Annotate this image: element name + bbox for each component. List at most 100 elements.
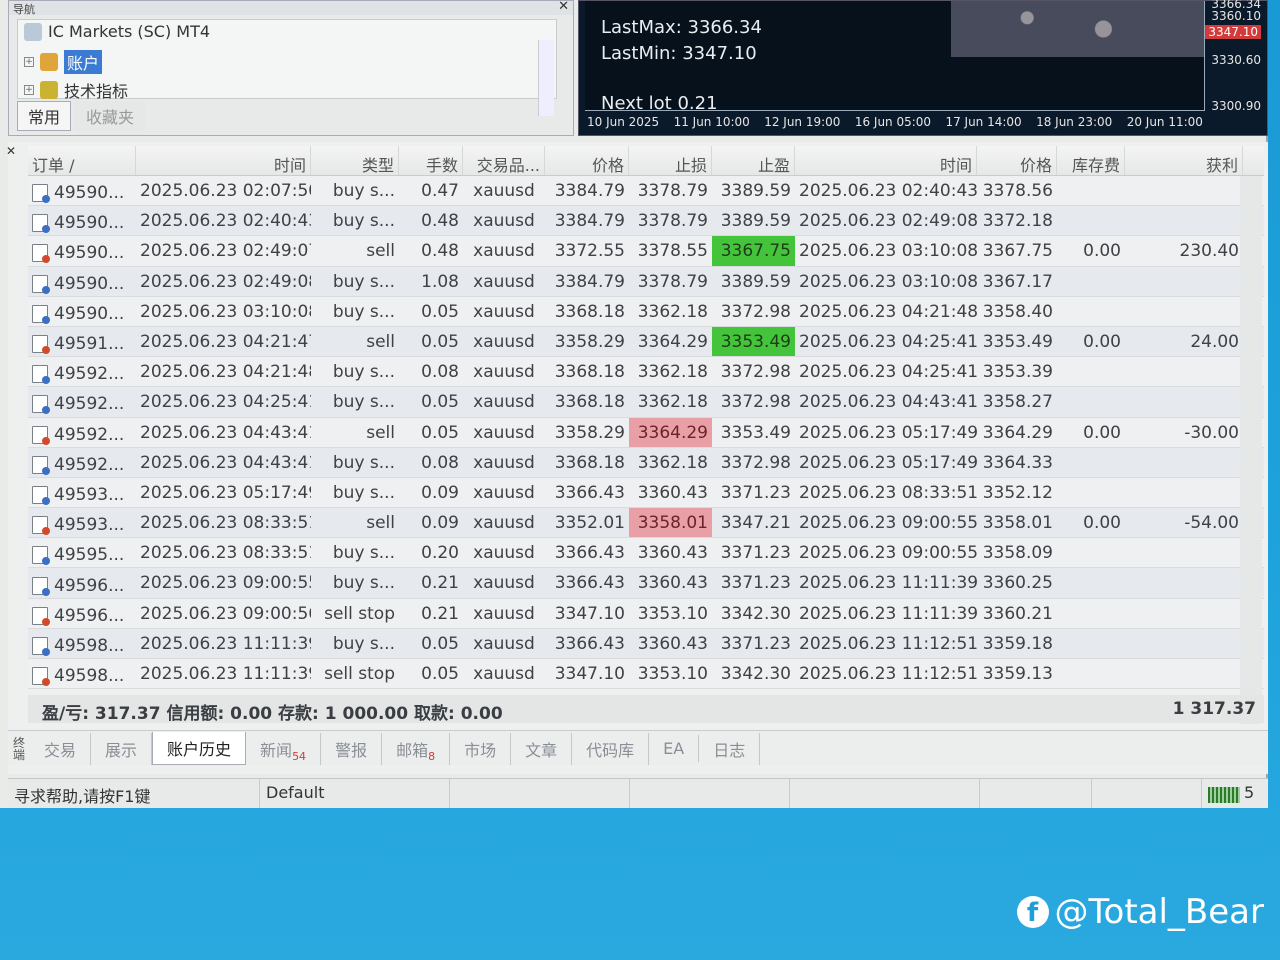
cell-lots: 0.05 xyxy=(421,392,459,413)
table-row[interactable]: 49593... 2025.06.23 05:17:49 buy s... 0.09 x… xyxy=(28,477,1264,509)
col-price[interactable]: 价格 xyxy=(545,146,629,175)
cell-close-price: 3359.18 xyxy=(982,633,1053,654)
accounts-icon xyxy=(40,53,58,71)
order-number: 49596... xyxy=(54,605,125,626)
table-row[interactable]: 49590... 2025.06.23 02:49:08 buy s... 1.08 x… xyxy=(28,266,1264,297)
order-icon xyxy=(32,516,50,536)
table-row[interactable]: 49596... 2025.06.23 09:00:56 sell stop 0.21… xyxy=(28,598,1264,629)
cell-open-time: 2025.06.23 04:21:47 xyxy=(140,331,311,352)
expand-icon[interactable]: + xyxy=(24,57,34,67)
tab-9[interactable]: EA xyxy=(649,735,700,762)
tab-label: 展示 xyxy=(105,740,138,760)
cell-type: buy s... xyxy=(332,181,395,201)
cell-tp: 3347.21 xyxy=(720,513,791,534)
cell-sl: 3360.43 xyxy=(637,482,708,503)
cell-tp: 3353.49 xyxy=(720,422,791,443)
col-close-time[interactable]: 时间 xyxy=(795,146,977,175)
cell-lots: 0.09 xyxy=(421,513,459,534)
col-lots[interactable]: 手数 xyxy=(399,146,463,175)
cell-sl: 3353.10 xyxy=(637,664,708,684)
expand-icon[interactable]: + xyxy=(24,85,34,95)
cell-swap xyxy=(1057,206,1125,235)
chart-plot[interactable]: LastMax: 3366.34 LastMin: 3347.10 Next l… xyxy=(585,1,1205,111)
tree-item-accounts[interactable]: + 账户 xyxy=(24,50,103,74)
navigator-panel: 导航 ✕ IC Markets (SC) MT4 + 账户 + 技术指标 常用 … xyxy=(8,0,574,136)
cell-profit xyxy=(1125,448,1243,477)
tab-common[interactable]: 常用 xyxy=(17,101,72,131)
cell-symbol: xauusd xyxy=(473,543,535,564)
cell-profit xyxy=(1125,387,1243,416)
close-icon[interactable]: ✕ xyxy=(558,0,569,14)
cell-symbol: xauusd xyxy=(473,181,535,201)
chart-window[interactable]: LastMax: 3366.34 LastMin: 3347.10 Next l… xyxy=(578,0,1268,136)
table-row[interactable]: 49590... 2025.06.23 02:49:07 sell 0.48 xauus… xyxy=(28,236,1264,267)
tab-5[interactable]: 邮箱8 xyxy=(382,732,451,765)
cell-price: 3384.79 xyxy=(554,211,625,232)
tab-1[interactable]: 展示 xyxy=(91,732,153,765)
tab-label: 文章 xyxy=(525,740,558,760)
cell-price: 3384.79 xyxy=(554,181,625,201)
cell-close-price: 3358.27 xyxy=(982,392,1053,413)
table-row[interactable]: 49592... 2025.06.23 04:43:41 sell 0.05 xauus… xyxy=(28,417,1264,448)
cell-sl: 3364.29 xyxy=(629,417,712,447)
cell-close-time: 2025.06.23 03:10:08 xyxy=(799,271,977,292)
col-order[interactable]: 订单 / xyxy=(28,146,136,175)
table-scrollbar[interactable] xyxy=(1240,176,1262,724)
tree-item-broker[interactable]: IC Markets (SC) MT4 xyxy=(24,22,210,41)
tab-favorites[interactable]: 收藏夹 xyxy=(75,101,146,131)
cell-price: 3368.18 xyxy=(554,362,625,383)
table-row[interactable]: 49598... 2025.06.23 11:11:39 sell stop 0.05… xyxy=(28,659,1264,690)
close-icon[interactable]: ✕ xyxy=(6,144,16,158)
col-symbol[interactable]: 交易品... xyxy=(463,146,545,175)
cell-type: buy s... xyxy=(332,633,395,654)
table-row[interactable]: 49595... 2025.06.23 08:33:51 buy s... 0.20 x… xyxy=(28,538,1264,569)
cell-close-price: 3367.75 xyxy=(982,241,1053,262)
price-tick: 3330.60 xyxy=(1211,53,1261,67)
navigator-scrollbar[interactable] xyxy=(538,40,554,116)
cell-lots: 0.21 xyxy=(421,573,459,594)
tab-10[interactable]: 日志 xyxy=(699,732,761,765)
table-row[interactable]: 49596... 2025.06.23 09:00:55 buy s... 0.21 x… xyxy=(28,568,1264,599)
connection-status[interactable]: 5 xyxy=(1202,779,1260,808)
col-profit[interactable]: 获利 xyxy=(1125,146,1243,175)
cell-lots: 0.47 xyxy=(421,181,459,201)
table-row[interactable]: 49592... 2025.06.23 04:25:41 buy s... 0.05 x… xyxy=(28,387,1264,418)
col-close-price[interactable]: 价格 xyxy=(977,146,1057,175)
tab-4[interactable]: 警报 xyxy=(321,732,383,765)
tab-2[interactable]: 账户历史 xyxy=(152,732,247,765)
server-icon xyxy=(24,22,42,41)
cell-order: 49596... xyxy=(28,568,136,597)
help-text: 寻求帮助,请按F1键 xyxy=(8,779,260,808)
cell-symbol: xauusd xyxy=(473,482,535,503)
table-row[interactable]: 49598... 2025.06.23 11:11:39 buy s... 0.05 x… xyxy=(28,628,1264,659)
col-type[interactable]: 类型 xyxy=(311,146,399,175)
table-row[interactable]: 49590... 2025.06.23 02:40:43 buy s... 0.48 x… xyxy=(28,206,1264,237)
tab-0[interactable]: 交易 xyxy=(30,732,92,765)
tree-item-indicators[interactable]: + 技术指标 xyxy=(24,78,128,102)
tab-3[interactable]: 新闻54 xyxy=(246,732,322,765)
tab-7[interactable]: 文章 xyxy=(511,732,573,765)
cell-swap: 0.00 xyxy=(1083,241,1121,262)
col-open-time[interactable]: 时间 xyxy=(136,146,311,175)
col-swap[interactable]: 库存费 xyxy=(1057,146,1125,175)
tab-label: 交易 xyxy=(44,740,77,760)
facebook-icon: f xyxy=(1016,896,1049,928)
cell-sl: 3360.43 xyxy=(637,633,708,654)
table-row[interactable]: 49590... 2025.06.23 03:10:08 buy s... 0.05 x… xyxy=(28,296,1264,327)
tab-8[interactable]: 代码库 xyxy=(572,732,650,765)
cell-swap xyxy=(1057,176,1125,205)
table-row[interactable]: 49590... 2025.06.23 02:07:50 buy s... 0.47 x… xyxy=(28,176,1264,207)
tab-6[interactable]: 市场 xyxy=(450,732,512,765)
table-row[interactable]: 49591... 2025.06.23 04:21:47 sell 0.05 xauus… xyxy=(28,326,1264,358)
table-row[interactable]: 49592... 2025.06.23 04:21:48 buy s... 0.08 x… xyxy=(28,357,1264,388)
col-sl[interactable]: 止损 xyxy=(629,146,712,175)
table-row[interactable]: 49592... 2025.06.23 04:43:41 buy s... 0.08 x… xyxy=(28,447,1264,478)
order-icon xyxy=(32,304,50,324)
cell-close-price: 3358.40 xyxy=(982,301,1053,322)
col-tp[interactable]: 止盈 xyxy=(712,146,795,175)
navigator-tabs: 常用 收藏夹 xyxy=(17,101,146,131)
table-row[interactable]: 49593... 2025.06.23 08:33:51 sell 0.09 xauus… xyxy=(28,508,1264,539)
price-tick-current: 3347.10 xyxy=(1205,25,1261,39)
time-tick: 16 Jun 05:00 xyxy=(854,115,932,129)
cell-symbol: xauusd xyxy=(473,301,535,322)
